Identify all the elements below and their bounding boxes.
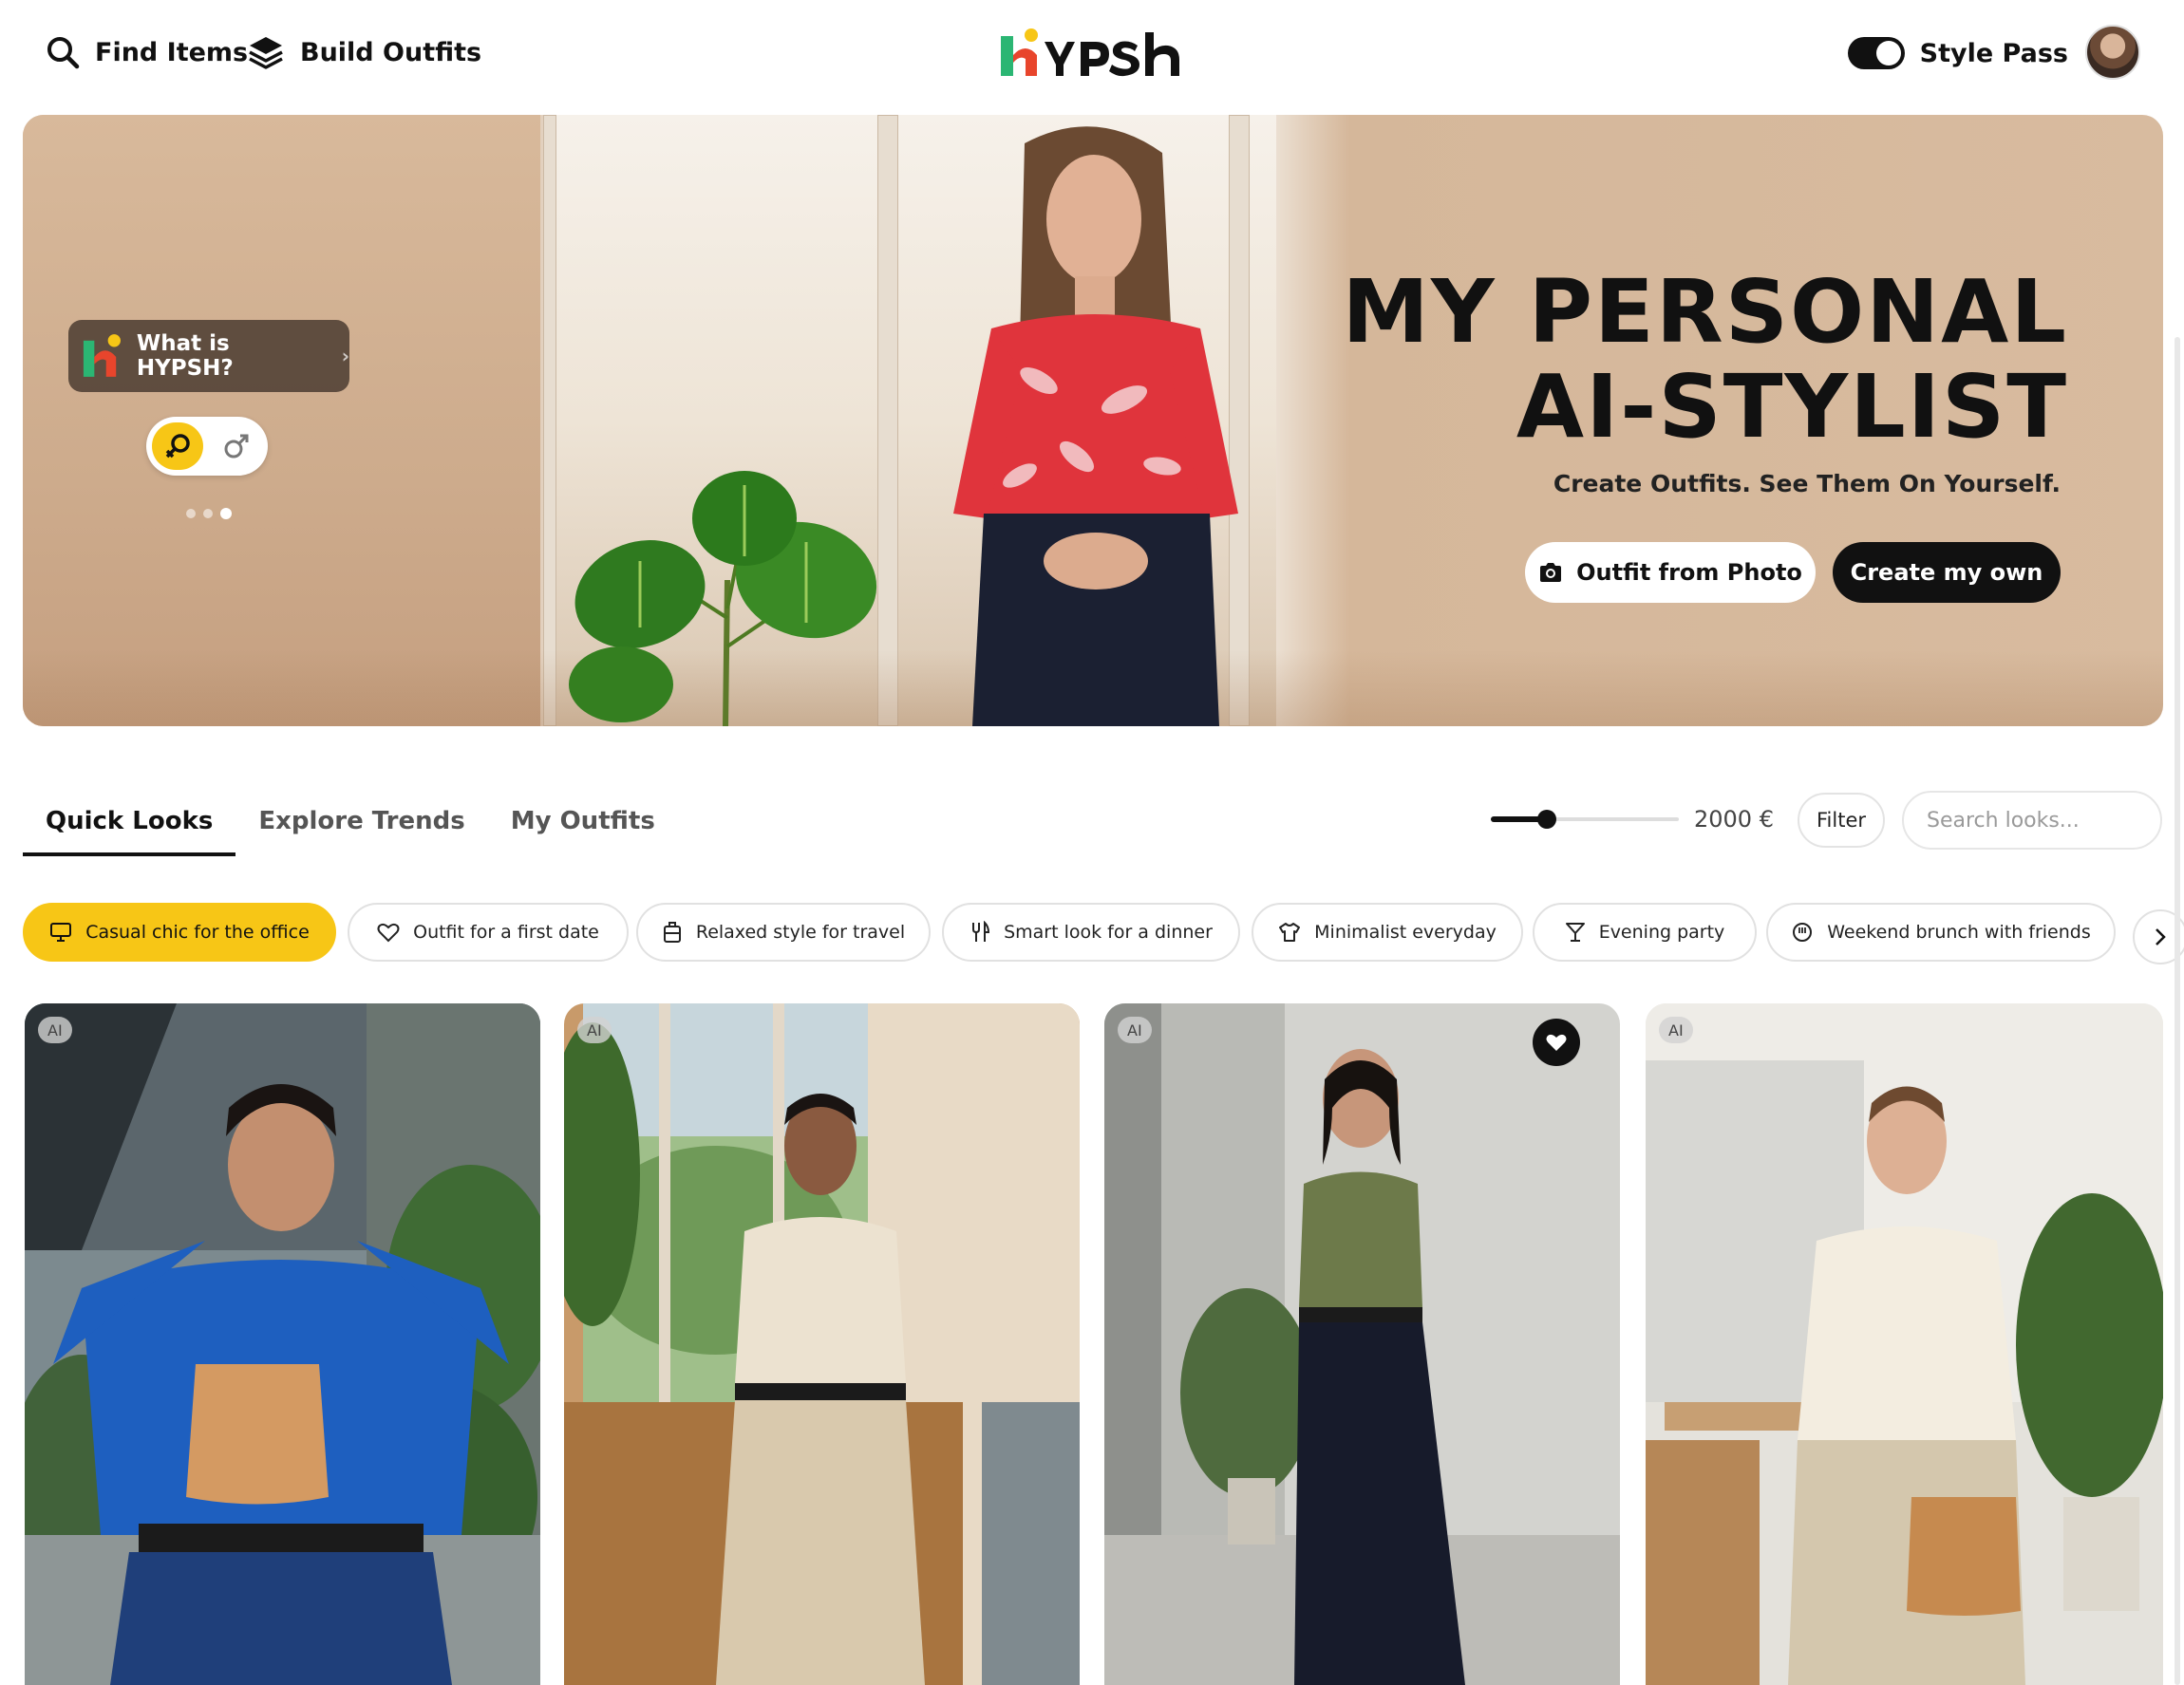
shirt-icon	[1279, 923, 1301, 942]
price-value: 2000 €	[1694, 806, 1774, 833]
ai-badge: AI	[38, 1017, 72, 1043]
female-symbol-icon	[165, 434, 190, 459]
hypsh-mark-icon	[83, 334, 121, 377]
price-slider[interactable]	[1491, 805, 1679, 833]
ai-badge: AI	[1118, 1017, 1152, 1043]
build-outfits-link[interactable]: Build Outfits	[247, 28, 481, 76]
looks-tabs: Quick Looks Explore Trends My Outfits	[23, 796, 678, 856]
look-photo-olive-tee	[1104, 1003, 1620, 1685]
price-filter: 2000 €	[1491, 805, 1774, 833]
create-my-own-button[interactable]: Create my own	[1833, 542, 2061, 603]
create-my-own-label: Create my own	[1850, 559, 2043, 586]
model-woman-illustration	[953, 126, 1238, 726]
chip-weekend-brunch[interactable]: Weekend brunch with friends	[1766, 903, 2116, 962]
chip-label: Relaxed style for travel	[695, 922, 906, 943]
chip-minimalist-everyday[interactable]: Minimalist everyday	[1252, 903, 1523, 962]
look-photo-cream-top	[564, 1003, 1080, 1685]
chip-label: Weekend brunch with friends	[1827, 922, 2091, 943]
chip-evening-party[interactable]: Evening party	[1533, 903, 1757, 962]
look-card[interactable]: AI	[1104, 1003, 1620, 1685]
tab-quick-looks[interactable]: Quick Looks	[23, 796, 236, 856]
look-card[interactable]: AI	[1646, 1003, 2163, 1685]
what-is-hypsh-button[interactable]: What is HYPSH? ›	[68, 320, 349, 392]
chip-casual-office[interactable]: Casual chic for the office	[23, 903, 336, 962]
gender-switch	[146, 417, 268, 476]
build-outfits-label: Build Outfits	[300, 37, 482, 67]
hero-title-line2: AI-STYLIST	[1516, 356, 2068, 458]
chip-relaxed-travel[interactable]: Relaxed style for travel	[636, 903, 931, 962]
chip-label: Evening party	[1598, 922, 1725, 943]
monitor-icon	[50, 923, 72, 942]
gender-female-option[interactable]	[152, 422, 203, 470]
chip-smart-dinner[interactable]: Smart look for a dinner	[942, 903, 1240, 962]
carousel-dot-active[interactable]	[220, 508, 232, 519]
chip-first-date[interactable]: Outfit for a first date	[348, 903, 629, 962]
hero-subtitle: Create Outfits. See Them On Yourself.	[1553, 470, 2061, 497]
filter-button[interactable]: Filter	[1798, 793, 1885, 848]
user-avatar[interactable]	[2085, 25, 2140, 80]
chevron-right-icon	[2156, 928, 2166, 945]
favorite-button[interactable]	[1533, 1019, 1580, 1066]
ai-badge: AI	[577, 1017, 612, 1043]
outfit-from-photo-button[interactable]: Outfit from Photo	[1525, 542, 1816, 603]
carousel-dot[interactable]	[203, 509, 213, 518]
hero-title-line1: MY PERSONAL	[1342, 261, 2068, 363]
male-symbol-icon	[224, 434, 249, 459]
tab-explore-trends[interactable]: Explore Trends	[235, 796, 487, 856]
chip-label: Minimalist everyday	[1314, 922, 1497, 943]
look-photo-white-shirt	[1646, 1003, 2163, 1685]
find-items-link[interactable]: Find Items	[46, 28, 248, 76]
heart-icon	[377, 923, 400, 943]
style-pass-label: Style Pass	[1919, 38, 2068, 68]
search-icon	[47, 37, 80, 69]
search-looks-input[interactable]	[1902, 791, 2162, 850]
gender-male-option[interactable]	[211, 422, 262, 470]
look-card[interactable]: AI	[25, 1003, 540, 1685]
find-items-label: Find Items	[95, 37, 249, 67]
chip-label: Smart look for a dinner	[1004, 922, 1213, 943]
look-card[interactable]: AI	[564, 1003, 1080, 1685]
window-frame	[543, 115, 556, 726]
hero-title: MY PERSONAL AI-STYLIST	[1342, 265, 2068, 455]
page-scrollbar[interactable]	[2175, 337, 2180, 1685]
hero-wall	[23, 115, 540, 726]
luggage-icon	[663, 922, 681, 943]
chevron-right-icon: ›	[341, 345, 349, 367]
ai-badge: AI	[1659, 1017, 1693, 1043]
coffee-icon	[1793, 923, 1813, 942]
carousel-dots	[186, 508, 232, 519]
layers-icon	[249, 37, 283, 69]
heart-filled-icon	[1546, 1034, 1567, 1051]
style-pass-toggle[interactable]: Style Pass	[1847, 30, 2068, 76]
look-photo-blue-blouse	[25, 1003, 540, 1685]
monstera-plant-illustration	[569, 471, 877, 726]
camera-icon	[1540, 563, 1562, 582]
chip-label: Outfit for a first date	[413, 922, 599, 943]
price-slider-thumb[interactable]	[1537, 810, 1556, 829]
carousel-dot[interactable]	[186, 509, 196, 518]
hypsh-logo[interactable]	[997, 27, 1206, 82]
toggle-switch[interactable]	[1847, 37, 1905, 69]
occasion-chips: Casual chic for the office Outfit for a …	[23, 903, 2163, 962]
cutlery-icon	[972, 921, 990, 942]
outfit-from-photo-label: Outfit from Photo	[1576, 559, 1802, 586]
hero-banner: What is HYPSH? › MY PERSONAL AI-STYLIST …	[23, 115, 2163, 726]
tab-my-outfits[interactable]: My Outfits	[488, 796, 678, 856]
top-nav: Find Items Build Outfits Style Pass	[0, 0, 2184, 112]
cocktail-icon	[1565, 923, 1585, 942]
chip-label: Casual chic for the office	[85, 922, 310, 943]
what-is-label: What is HYPSH?	[136, 331, 234, 381]
